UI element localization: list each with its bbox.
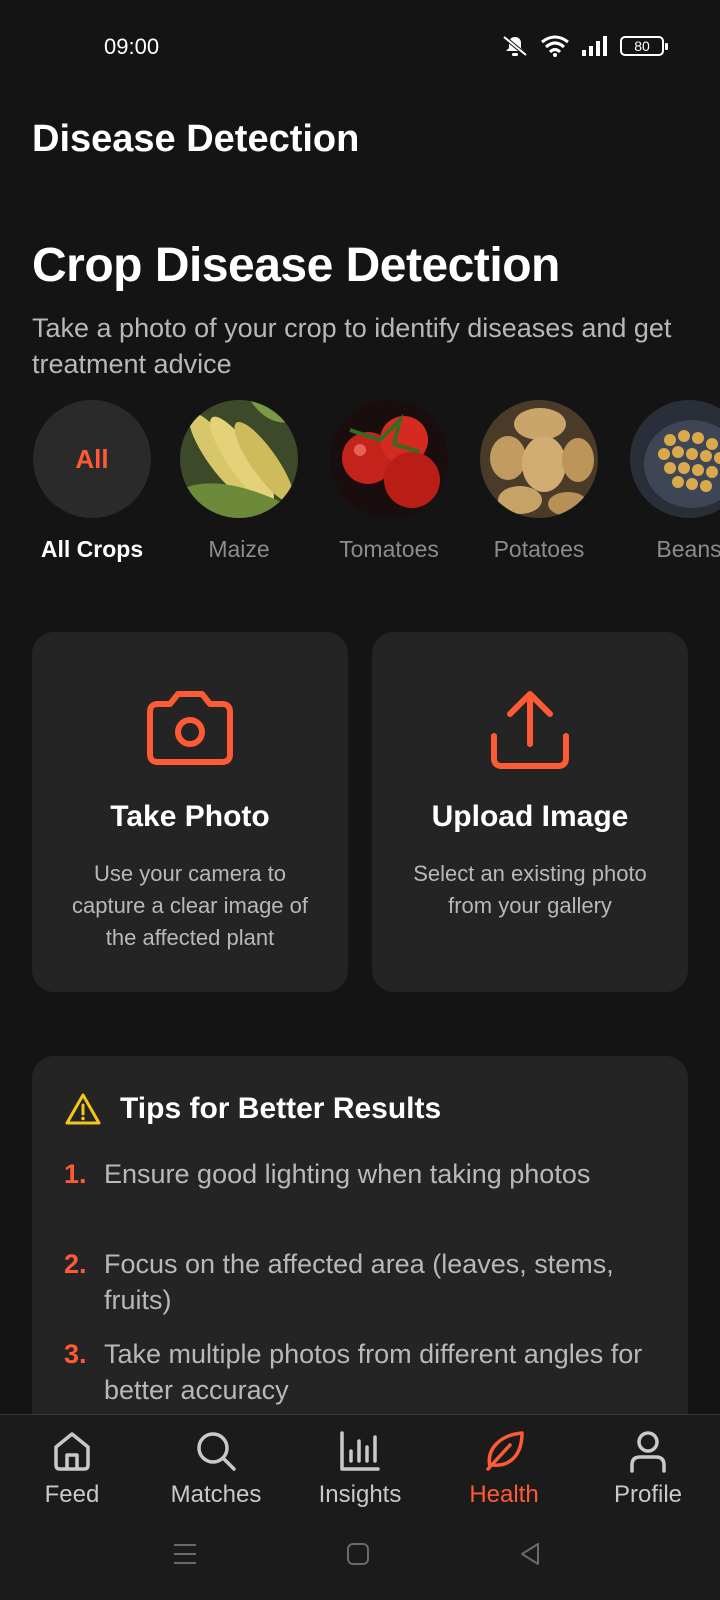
camera-icon <box>147 691 233 765</box>
back-icon[interactable] <box>518 1542 542 1566</box>
crop-chip-all[interactable]: All All Crops <box>32 400 152 563</box>
crop-label: All Crops <box>40 536 144 562</box>
home-button-icon[interactable] <box>346 1542 370 1566</box>
crop-filter-row: All All Crops Maize Tomatoes Potatoes Be… <box>32 400 720 580</box>
hero-title: Crop Disease Detection <box>32 239 560 292</box>
tips-header: Tips for Better Results <box>64 1092 441 1126</box>
mute-icon <box>502 35 528 57</box>
crop-chip-beans[interactable]: Beans <box>629 400 720 563</box>
tip-text: Focus on the affected area (leaves, stem… <box>104 1249 614 1315</box>
system-nav-bar <box>0 1530 720 1580</box>
take-photo-desc: Use your camera to capture a clear image… <box>71 861 309 950</box>
signal-icon <box>582 36 607 56</box>
status-bar: 09:00 80 <box>0 0 720 96</box>
take-photo-card[interactable]: Take Photo Use your camera to capture a … <box>32 632 348 992</box>
tip-number: 1. <box>64 1159 87 1189</box>
crop-label: Beans <box>656 536 720 562</box>
nav-label: Feed <box>44 1481 100 1508</box>
tip-text: Take multiple photos from different angl… <box>104 1339 643 1405</box>
wifi-icon <box>541 35 569 57</box>
menu-icon[interactable] <box>172 1542 198 1566</box>
upload-icon <box>491 691 569 769</box>
bar-chart-icon <box>340 1431 380 1471</box>
tomatoes-image <box>330 400 448 518</box>
nav-label: Profile <box>613 1481 683 1508</box>
upload-image-desc: Select an existing photo from your galle… <box>413 861 647 918</box>
tip-item: 1. Ensure good lighting when taking phot… <box>64 1156 664 1192</box>
tip-number: 3. <box>64 1339 87 1369</box>
nav-item-health[interactable]: Health <box>434 1429 574 1509</box>
status-time: 09:00 <box>104 34 160 59</box>
search-icon <box>197 1432 236 1471</box>
nav-label: Matches <box>170 1481 262 1508</box>
tip-item: 2. Focus on the affected area (leaves, s… <box>64 1246 664 1318</box>
crop-chip-potatoes[interactable]: Potatoes <box>479 400 599 563</box>
crop-chip-tomatoes[interactable]: Tomatoes <box>329 400 449 563</box>
nav-label: Insights <box>318 1481 402 1508</box>
tip-text: Ensure good lighting when taking photos <box>104 1159 591 1189</box>
nav-label: Health <box>469 1481 539 1508</box>
tips-card: Tips for Better Results 1. Ensure good l… <box>32 1056 688 1436</box>
tips-title: Tips for Better Results <box>120 1092 442 1125</box>
crop-label: Potatoes <box>493 536 585 562</box>
warning-icon <box>65 1093 101 1125</box>
leaf-icon <box>486 1431 524 1471</box>
maize-image <box>180 400 298 518</box>
user-icon <box>630 1431 666 1473</box>
battery-indicator: 80 <box>620 36 668 56</box>
crop-label: Maize <box>208 536 270 562</box>
upload-image-card[interactable]: Upload Image Select an existing photo fr… <box>372 632 688 992</box>
beans-image <box>630 400 720 518</box>
potatoes-image <box>480 400 598 518</box>
nav-item-insights[interactable]: Insights <box>290 1429 430 1509</box>
crop-label: Tomatoes <box>339 536 439 562</box>
status-icons: 80 <box>500 34 668 58</box>
app-title: Disease Detection <box>32 118 360 160</box>
take-photo-title: Take Photo <box>110 800 270 833</box>
tip-item: 3. Take multiple photos from different a… <box>64 1336 664 1408</box>
crop-chip-maize[interactable]: Maize <box>179 400 299 563</box>
crop-all-badge: All <box>33 400 151 518</box>
nav-item-matches[interactable]: Matches <box>146 1429 286 1509</box>
upload-image-title: Upload Image <box>431 800 629 833</box>
tip-number: 2. <box>64 1249 87 1279</box>
home-icon <box>54 1432 90 1471</box>
nav-item-feed[interactable]: Feed <box>2 1429 142 1509</box>
hero-subtitle: Take a photo of your crop to identify di… <box>32 313 672 379</box>
nav-item-profile[interactable]: Profile <box>578 1429 718 1509</box>
